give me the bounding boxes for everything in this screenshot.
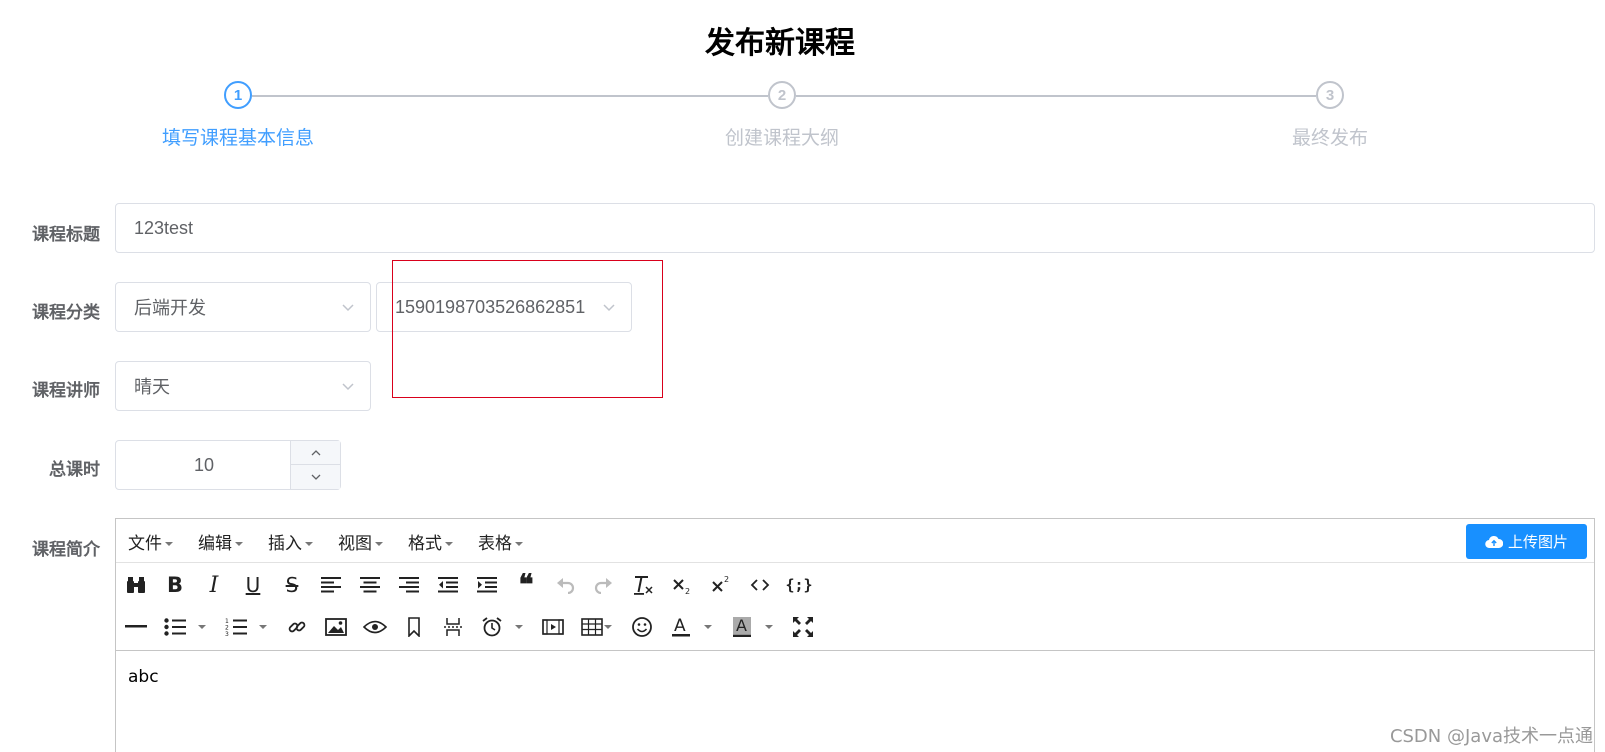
bold-icon[interactable]: B — [161, 571, 189, 599]
media-icon[interactable] — [539, 613, 567, 641]
text-color-dropdown-arrow[interactable] — [704, 625, 712, 629]
upload-image-button[interactable]: 上传图片 — [1466, 524, 1587, 559]
svg-text:3: 3 — [225, 631, 229, 636]
lesson-count-stepper: 10 — [115, 440, 341, 490]
lesson-count-label: 总课时 — [49, 460, 100, 480]
course-teacher-label: 课程讲师 — [32, 381, 100, 401]
course-title-input[interactable]: 123test — [115, 203, 1595, 253]
highlight-box — [392, 260, 663, 398]
step-1-circle: 1 — [224, 81, 252, 109]
datetime-dropdown-arrow[interactable] — [515, 625, 523, 629]
horizontal-rule-icon[interactable] — [122, 613, 150, 641]
step-3-circle: 3 — [1316, 81, 1344, 109]
table-dropdown-arrow[interactable] — [604, 625, 612, 629]
subscript-icon[interactable]: 2 — [668, 571, 696, 599]
bookmark-icon[interactable] — [400, 613, 428, 641]
step-1-label: 填写课程基本信息 — [161, 127, 314, 149]
emoticon-icon[interactable] — [628, 613, 656, 641]
cloud-upload-icon — [1485, 535, 1503, 548]
bullet-list-icon[interactable] — [161, 613, 189, 641]
preview-icon[interactable] — [361, 613, 389, 641]
page-break-icon[interactable] — [439, 613, 467, 641]
chevron-up-icon — [311, 449, 320, 455]
editor-toolbar: B I U S ❝ 2 2 {;} 1 2 3 A A — [116, 563, 1594, 651]
align-left-icon[interactable] — [317, 571, 345, 599]
menu-view[interactable]: 视图 — [338, 529, 383, 554]
outdent-icon[interactable] — [434, 571, 462, 599]
chevron-down-icon — [342, 304, 354, 312]
text-color-icon[interactable]: A — [667, 613, 695, 641]
underline-icon[interactable]: U — [239, 571, 267, 599]
stepper-buttons — [290, 441, 340, 489]
blockquote-icon[interactable]: ❝ — [512, 571, 540, 599]
undo-icon[interactable] — [551, 571, 579, 599]
redo-icon[interactable] — [590, 571, 618, 599]
step-line-2 — [796, 95, 1316, 97]
step-line-1 — [252, 95, 768, 97]
menu-table[interactable]: 表格 — [478, 529, 523, 554]
svg-text:A: A — [736, 616, 747, 635]
table-icon[interactable] — [578, 613, 606, 641]
teacher-select[interactable]: 晴天 — [115, 361, 371, 411]
numbered-list-dropdown-arrow[interactable] — [259, 625, 267, 629]
increment-button[interactable] — [291, 441, 340, 465]
align-right-icon[interactable] — [395, 571, 423, 599]
chevron-down-icon — [342, 383, 354, 391]
link-icon[interactable] — [283, 613, 311, 641]
bullet-list-dropdown-arrow[interactable] — [198, 625, 206, 629]
decrement-button[interactable] — [291, 465, 340, 489]
editor-menubar: 文件 编辑 插入 视图 格式 表格 上传图片 — [116, 519, 1594, 563]
teacher-value: 晴天 — [134, 377, 170, 397]
numbered-list-icon[interactable]: 123 — [222, 613, 250, 641]
step-2-label: 创建课程大纲 — [724, 127, 839, 149]
align-center-icon[interactable] — [356, 571, 384, 599]
course-desc-label: 课程简介 — [32, 540, 100, 560]
code-sample-icon[interactable]: {;} — [785, 571, 813, 599]
editor-content[interactable]: abc — [128, 667, 159, 687]
find-icon[interactable] — [122, 571, 150, 599]
chevron-down-icon — [311, 474, 320, 480]
background-color-dropdown-arrow[interactable] — [765, 625, 773, 629]
category-level1-value: 后端开发 — [134, 298, 206, 318]
background-color-icon[interactable]: A — [728, 613, 756, 641]
menu-format[interactable]: 格式 — [408, 529, 453, 554]
course-category-label: 课程分类 — [32, 303, 100, 323]
upload-image-label: 上传图片 — [1507, 533, 1568, 551]
menu-edit[interactable]: 编辑 — [198, 529, 243, 554]
step-3-label: 最终发布 — [1291, 127, 1368, 149]
datetime-icon[interactable] — [478, 613, 506, 641]
superscript-icon[interactable]: 2 — [707, 571, 735, 599]
menu-file[interactable]: 文件 — [128, 529, 173, 554]
indent-icon[interactable] — [473, 571, 501, 599]
svg-text:2: 2 — [685, 587, 690, 596]
clear-format-icon[interactable] — [629, 571, 657, 599]
image-icon[interactable] — [322, 613, 350, 641]
strikethrough-icon[interactable]: S — [278, 571, 306, 599]
category-level1-select[interactable]: 后端开发 — [115, 282, 371, 332]
lesson-count-input[interactable]: 10 — [116, 441, 292, 489]
watermark: CSDN @Java技术一点通 — [1389, 726, 1593, 747]
course-title-value: 123test — [134, 217, 194, 238]
menu-insert[interactable]: 插入 — [268, 529, 313, 554]
fullscreen-icon[interactable] — [789, 613, 817, 641]
step-2-circle: 2 — [768, 81, 796, 109]
svg-text:A: A — [674, 616, 686, 636]
page-title: 发布新课程 — [705, 26, 855, 61]
italic-icon[interactable]: I — [200, 571, 228, 599]
svg-text:2: 2 — [724, 575, 729, 584]
rich-text-editor: 文件 编辑 插入 视图 格式 表格 上传图片 B I U S ❝ 2 2 {;}… — [115, 518, 1595, 752]
code-icon[interactable] — [746, 571, 774, 599]
course-title-label: 课程标题 — [32, 225, 100, 245]
